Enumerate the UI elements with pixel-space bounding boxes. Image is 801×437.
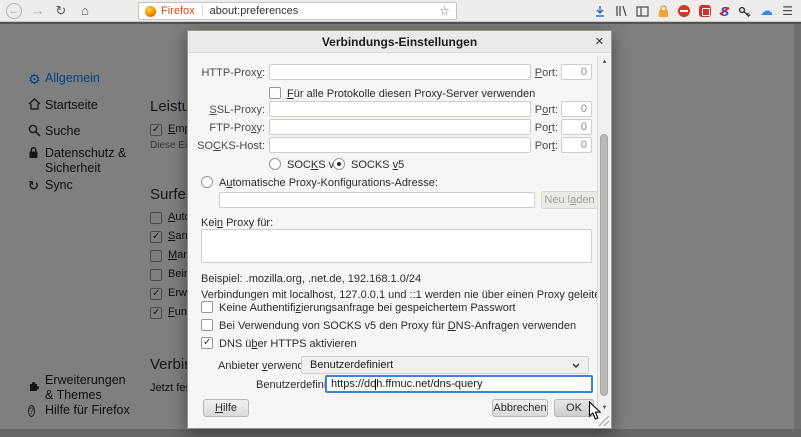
- no-auth-prompt-checkbox[interactable]: [201, 301, 213, 313]
- menu-icon[interactable]: ☰: [782, 0, 793, 22]
- text-caret: [375, 379, 376, 390]
- dialog-scrollbar[interactable]: ▲ ▼: [597, 56, 610, 414]
- custom-provider-input[interactable]: [325, 375, 593, 393]
- home-button[interactable]: ⌂: [76, 0, 94, 22]
- connection-settings-dialog: Verbindungs-Einstellungen ✕ HTTP-Proxy: …: [187, 30, 612, 429]
- reload-button[interactable]: ↻: [52, 0, 70, 22]
- toolbar-icons: S ☁: [594, 0, 773, 22]
- http-proxy-label: HTTP-Proxy:: [192, 67, 265, 79]
- ftp-port-label: Port:: [532, 122, 558, 134]
- socks-host-label: SOCKS-Host:: [192, 140, 265, 152]
- password-key-icon[interactable]: [738, 5, 751, 18]
- autoconfig-label: Automatische Proxy-Konfigurations-Adress…: [219, 177, 438, 189]
- cloud-extension-icon[interactable]: ☁: [760, 3, 773, 19]
- use-for-all-label: Für alle Protokolle diesen Proxy-Server …: [287, 88, 535, 100]
- socks-host-input[interactable]: [269, 137, 531, 153]
- downloads-icon[interactable]: [594, 5, 606, 18]
- lock-extension-icon[interactable]: [658, 5, 669, 18]
- socks-v5-label: SOCKS v5: [351, 159, 404, 171]
- use-for-all-checkbox[interactable]: [269, 87, 281, 99]
- autoconfig-url-input[interactable]: [219, 192, 535, 208]
- socks-port-label: Port:: [532, 140, 558, 152]
- scroll-up-icon[interactable]: ▲: [598, 59, 611, 65]
- home-icon: ⌂: [81, 3, 89, 18]
- screen: { "glyphs": { "back": "←", "forward": "→…: [0, 0, 801, 437]
- identity-brand: Firefox: [161, 5, 195, 17]
- mouse-cursor: [588, 401, 602, 421]
- ftp-port-input[interactable]: [561, 119, 592, 135]
- ssl-proxy-input[interactable]: [269, 101, 531, 117]
- forward-icon: →: [32, 3, 45, 18]
- doh-enable-label: DNS über HTTPS aktivieren: [219, 338, 357, 350]
- bookmark-star-icon[interactable]: ☆: [439, 4, 450, 18]
- ftp-proxy-input[interactable]: [269, 119, 531, 135]
- socks-v4-radio[interactable]: [269, 158, 281, 170]
- identity-chip: Firefox: [139, 5, 210, 17]
- provider-selected-value: Benutzerdefiniert: [310, 359, 393, 371]
- doh-enable-checkbox[interactable]: [201, 337, 213, 349]
- http-port-input[interactable]: [561, 64, 592, 80]
- reload-icon: ↻: [56, 3, 67, 18]
- back-icon: ←: [9, 5, 20, 17]
- scrollbar-thumb[interactable]: [600, 134, 608, 396]
- localhost-note: Verbindungen mit localhost, 127.0.0.1 un…: [201, 289, 606, 301]
- no-proxy-textarea[interactable]: [201, 229, 592, 263]
- ssl-port-input[interactable]: [561, 101, 592, 117]
- no-proxy-example: Beispiel: .mozilla.org, .net.de, 192.168…: [201, 273, 421, 285]
- socks-dns-checkbox[interactable]: [201, 319, 213, 331]
- tracker-blocker-extension-icon[interactable]: S: [720, 4, 729, 19]
- help-button[interactable]: Hilfe: [203, 399, 249, 417]
- chevron-down-icon: [572, 363, 580, 369]
- url-text: about:preferences: [210, 5, 299, 17]
- chip-divider: [202, 5, 203, 17]
- autoconfig-radio[interactable]: [201, 176, 213, 188]
- http-port-label: Port:: [532, 67, 558, 79]
- no-proxy-label: Kein Proxy für:: [201, 217, 273, 229]
- socks-port-input[interactable]: [561, 137, 592, 153]
- ssl-port-label: Port:: [532, 104, 558, 116]
- socks-v5-radio[interactable]: [333, 158, 345, 170]
- socks-dns-label: Bei Verwendung von SOCKS v5 den Proxy fü…: [219, 320, 576, 332]
- dialog-title: Verbindungs-Einstellungen: [188, 31, 611, 53]
- adblock-extension-icon[interactable]: [678, 5, 690, 17]
- firefox-logo-icon: [145, 6, 156, 17]
- forward-button[interactable]: →: [29, 0, 47, 22]
- provider-select[interactable]: Benutzerdefiniert: [301, 356, 589, 374]
- no-auth-prompt-label: Keine Authentifizierungsanfrage bei gesp…: [219, 302, 516, 314]
- url-bar[interactable]: Firefox about:preferences ☆: [138, 2, 457, 20]
- sidebar-toggle-icon[interactable]: [636, 6, 649, 17]
- ssl-proxy-label: SSL-Proxy:: [192, 104, 265, 116]
- browser-toolbar: ← → ↻ ⌂ Firefox about:preferences ☆ S ☁: [0, 0, 801, 22]
- back-button[interactable]: ←: [6, 3, 22, 19]
- library-icon[interactable]: [615, 5, 627, 17]
- cancel-button[interactable]: Abbrechen: [492, 399, 548, 417]
- video-helper-extension-icon[interactable]: [699, 5, 711, 17]
- reload-pac-button[interactable]: Neu laden: [541, 191, 598, 209]
- ftp-proxy-label: FTP-Proxy:: [192, 122, 265, 134]
- http-proxy-input[interactable]: [269, 64, 531, 80]
- close-icon[interactable]: ✕: [595, 35, 604, 49]
